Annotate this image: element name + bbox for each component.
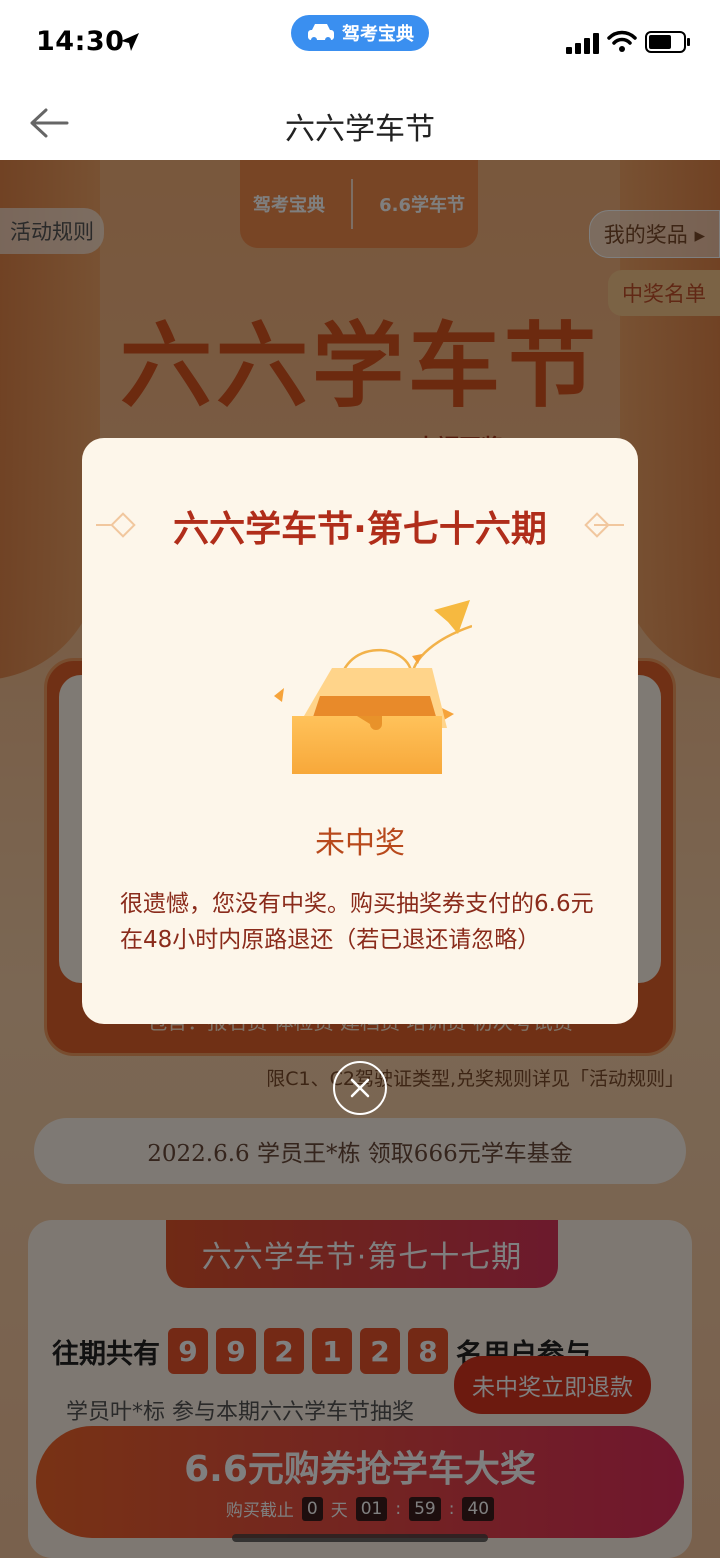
- close-modal-button[interactable]: [333, 1061, 387, 1115]
- page-title: 六六学车节: [285, 112, 435, 147]
- nav-bar: 六六学车节: [0, 88, 720, 160]
- app-return-pill[interactable]: 驾考宝典: [291, 15, 429, 51]
- empty-box-icon: [274, 600, 472, 774]
- lottery-result-modal: 六六学车节·第七十六期 未中奖 很遗憾，您没有中奖。购买抽奖券支付的6.6元在4…: [82, 438, 638, 1024]
- signal-icon: [566, 33, 599, 54]
- close-icon: [350, 1078, 370, 1098]
- result-title: 未中奖: [315, 826, 405, 861]
- car-icon: [308, 24, 334, 43]
- result-message: 很遗憾，您没有中奖。购买抽奖券支付的6.6元在48小时内原路退还（若已退还请忽略…: [120, 891, 594, 953]
- wifi-icon: [607, 30, 637, 52]
- modal-title: 六六学车节·第七十六期: [173, 509, 547, 550]
- title-decoration-line: [594, 524, 624, 526]
- battery-icon: [645, 31, 690, 53]
- location-arrow-icon: [121, 33, 139, 51]
- status-bar: 14:30 驾考宝典: [0, 0, 720, 88]
- app-pill-label: 驾考宝典: [342, 24, 414, 45]
- status-time: 14:30: [36, 26, 125, 57]
- home-indicator: [232, 1534, 488, 1542]
